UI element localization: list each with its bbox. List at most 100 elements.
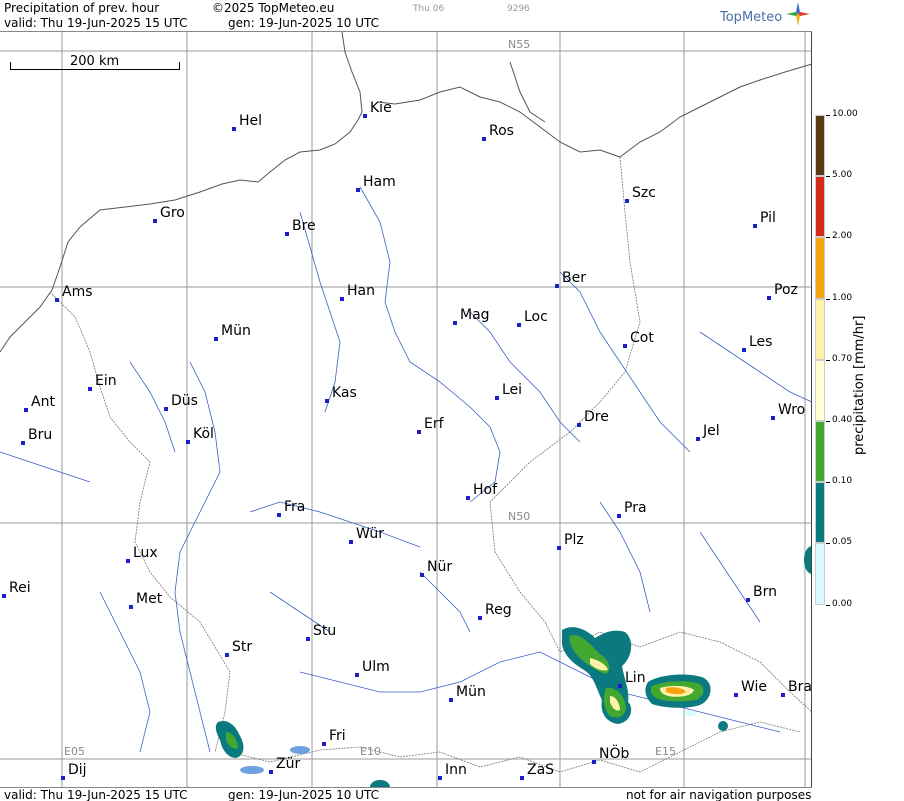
city-label: Pra <box>624 500 647 516</box>
city-dot-icon <box>577 423 581 427</box>
topmeteo-logo-icon <box>786 2 810 26</box>
legend-swatch <box>815 237 825 299</box>
city-dot-icon <box>306 637 310 641</box>
run-code: Thu 06 <box>413 4 445 14</box>
legend-swatch <box>815 482 825 544</box>
city-label: Mün <box>456 684 486 700</box>
city-label: Pil <box>760 210 776 226</box>
city-label: Ams <box>62 284 93 300</box>
legend-tick <box>826 115 830 116</box>
id-code: 9296 <box>507 4 530 14</box>
city-label: Fra <box>284 499 306 515</box>
city-label: Met <box>136 591 163 607</box>
map-layer <box>0 32 811 787</box>
city-dot-icon <box>285 232 289 236</box>
city-label: Mag <box>460 307 490 323</box>
city-label: Dij <box>68 762 87 778</box>
legend-swatch <box>815 176 825 238</box>
city-dot-icon <box>482 137 486 141</box>
gen-time: gen: 19-Jun-2025 10 UTC <box>228 16 380 30</box>
legend-tick <box>826 176 830 178</box>
city-dot-icon <box>767 296 771 300</box>
grid-label-n55: N55 <box>508 38 531 51</box>
city-dot-icon <box>696 437 700 441</box>
city-label: Fri <box>329 728 346 744</box>
legend-tick <box>826 421 830 422</box>
city-label: Jel <box>703 423 720 439</box>
city-label: Bru <box>28 427 53 443</box>
city-dot-icon <box>356 188 360 192</box>
city-dot-icon <box>55 298 59 302</box>
city-label: Bra <box>788 679 812 695</box>
legend-label: 2.00 <box>832 231 853 242</box>
grid-label-e10: E10 <box>360 745 381 758</box>
city-label: Lin <box>625 670 646 686</box>
map-title: Precipitation of prev. hour <box>4 1 160 15</box>
city-dot-icon <box>478 616 482 620</box>
city-label: Stu <box>313 623 337 639</box>
city-dot-icon <box>555 284 559 288</box>
legend-label: 0.00 <box>832 598 853 609</box>
legend-tick <box>826 298 830 300</box>
rivers <box>0 186 811 753</box>
legend-swatch <box>815 298 825 360</box>
city-dot-icon <box>277 513 281 517</box>
city-dot-icon <box>88 387 92 391</box>
legend-label: 5.00 <box>832 170 853 181</box>
city-label: Str <box>232 639 253 655</box>
city-dot-icon <box>742 348 746 352</box>
city-dot-icon <box>517 323 521 327</box>
city-dot-icon <box>349 540 353 544</box>
city-label: Loc <box>524 309 548 325</box>
city-label: Wro <box>778 402 806 418</box>
city-label: Szc <box>632 185 656 201</box>
city-dot-icon <box>24 408 28 412</box>
city-dot-icon <box>618 684 622 688</box>
footer-gen-time: gen: 19-Jun-2025 10 UTC <box>228 788 380 801</box>
city-label: Kie <box>370 100 392 116</box>
city-label: Lux <box>133 545 158 561</box>
city-label: Reg <box>485 602 512 618</box>
city-dot-icon <box>355 673 359 677</box>
legend-title: precipitation [mm/hr] <box>852 315 867 455</box>
city-label: Poz <box>774 282 798 298</box>
city-label: Köl <box>193 426 214 442</box>
legend-label: 10.00 <box>832 109 858 119</box>
city-label: Lei <box>502 382 523 398</box>
city-label: Hof <box>473 482 498 498</box>
footer-disclaimer: not for air navigation purposes <box>626 788 812 801</box>
copyright-text: ©2025 TopMeteo.eu <box>212 1 335 15</box>
legend-label: 1.00 <box>832 292 853 303</box>
legend-swatch <box>815 359 825 421</box>
city-label: Inn <box>445 762 467 778</box>
city-dot-icon <box>232 127 236 131</box>
city-label: Ant <box>31 394 55 410</box>
city-dot-icon <box>771 416 775 420</box>
city-dot-icon <box>2 594 6 598</box>
precipitation-map[interactable]: 200 km N55 N50 E05 E10 E15 Hel Kie Ros Ham S… <box>0 32 812 787</box>
city-label: Erf <box>424 416 444 432</box>
city-label: Plz <box>564 532 584 548</box>
city-dot-icon <box>153 219 157 223</box>
city-label: Mün <box>221 323 251 339</box>
city-label: Brn <box>753 584 777 600</box>
city-dot-icon <box>746 598 750 602</box>
city-label: Gro <box>160 205 185 221</box>
legend-swatch <box>815 421 825 483</box>
city-label: Rei <box>9 580 31 596</box>
city-dot-icon <box>420 573 424 577</box>
city-label: Düs <box>171 393 198 409</box>
grid-label-e15: E15 <box>655 745 676 758</box>
city-label: Cot <box>630 330 654 346</box>
valid-time: valid: Thu 19-Jun-2025 15 UTC <box>4 16 188 30</box>
city-dot-icon <box>495 396 499 400</box>
city-dot-icon <box>214 337 218 341</box>
city-dot-icon <box>753 224 757 228</box>
city-dot-icon <box>225 653 229 657</box>
city-dot-icon <box>164 407 168 411</box>
city-dot-icon <box>453 321 457 325</box>
city-label: Bre <box>292 218 316 234</box>
legend-tick <box>826 237 830 239</box>
city-dot-icon <box>617 514 621 518</box>
city-label: Wür <box>356 526 384 542</box>
